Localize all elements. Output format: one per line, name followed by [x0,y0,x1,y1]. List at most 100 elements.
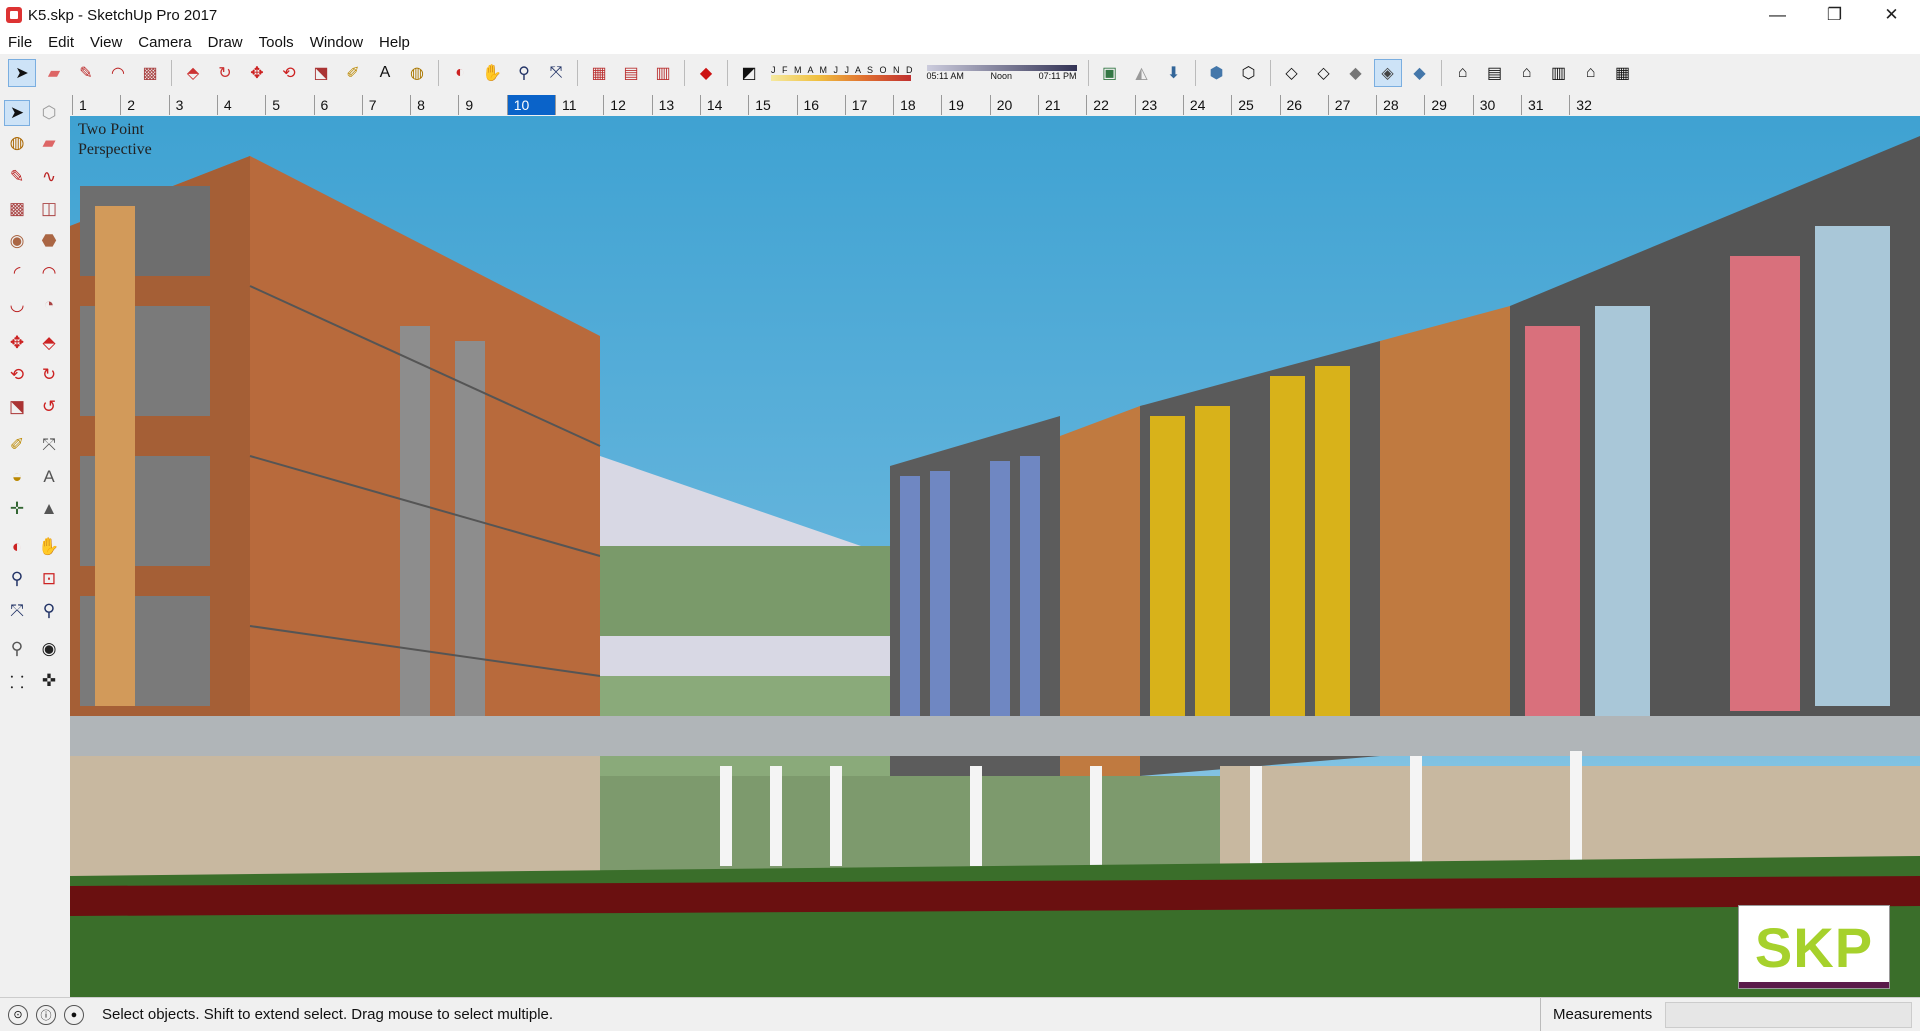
eraser-icon[interactable]: ▰ [36,130,62,156]
pan-tool-icon[interactable]: ✋ [478,59,506,87]
position-camera-icon[interactable]: ⚲ [4,636,30,662]
menu-camera[interactable]: Camera [130,34,199,51]
scene-tab[interactable]: 13 [651,95,700,115]
scene-tab[interactable]: 8 [410,95,458,115]
zoom-extents-tool-icon[interactable]: ⤧ [542,59,570,87]
menu-help[interactable]: Help [371,34,418,51]
scene-tab[interactable]: 17 [844,95,893,115]
rotate-tool-icon[interactable]: ⟲ [275,59,303,87]
top-view-icon[interactable]: ▤ [1481,59,1509,87]
scene-tab[interactable]: 32 [1569,95,1617,115]
pan-icon[interactable]: ✋ [36,534,62,560]
section-plane-icon[interactable]: ✜ [36,668,62,694]
eraser-tool-icon[interactable]: ▰ [40,59,68,87]
menu-draw[interactable]: Draw [200,34,251,51]
scene-tab[interactable]: 24 [1182,95,1231,115]
credits-icon[interactable]: ⓘ [36,1004,56,1025]
scene-tab[interactable]: 14 [699,95,748,115]
minimize-button[interactable]: — [1749,0,1806,30]
shadow-time-slider[interactable]: 05:11 AM Noon 07:11 PM [926,65,1077,81]
menu-file[interactable]: File [0,34,40,51]
scene-tab[interactable]: 19 [941,95,989,115]
scene-tab[interactable]: 11 [555,95,603,115]
scene-tab[interactable]: 26 [1279,95,1328,115]
scene-tab[interactable]: 5 [265,95,313,115]
scene-tab[interactable]: 27 [1327,95,1376,115]
ruby-console-icon[interactable]: ◆ [692,59,720,87]
menu-window[interactable]: Window [302,34,371,51]
scene-tab[interactable]: 25 [1231,95,1279,115]
scene-tab[interactable]: 21 [1038,95,1086,115]
front-view-icon[interactable]: ⌂ [1513,59,1541,87]
paint-bucket-icon[interactable]: ◍ [4,130,30,156]
scene-tab[interactable]: 12 [603,95,651,115]
arc-icon[interactable]: ◜ [4,260,30,286]
scene-tab[interactable]: 2 [120,95,168,115]
maximize-button[interactable]: ❐ [1806,0,1863,30]
scene-tab[interactable]: 18 [893,95,941,115]
model-viewport[interactable]: Two Point Perspective SKP [70,116,1920,997]
shadow-date-slider[interactable]: J F M A M J J A S O N D [771,65,915,81]
select-tool-icon[interactable]: ➤ [8,59,36,87]
scene-tab[interactable]: 16 [796,95,845,115]
scene-tab[interactable]: 30 [1472,95,1521,115]
move-icon[interactable]: ✥ [4,330,30,356]
circle-icon[interactable]: ◉ [4,228,30,254]
tape-measure-icon[interactable]: ✐ [4,432,30,458]
scene-tab[interactable]: 4 [216,95,265,115]
scene-tab[interactable]: 29 [1424,95,1472,115]
shaded-textures-style-icon[interactable]: ◈ [1373,59,1402,87]
tape-measure-tool-icon[interactable]: ✐ [339,59,367,87]
walk-icon[interactable]: ⸬ [4,668,30,694]
scene-tab[interactable]: 15 [748,95,796,115]
polygon-icon[interactable]: ⬣ [36,228,62,254]
left-view-icon[interactable]: ▦ [1609,59,1637,87]
text-icon[interactable]: A [36,464,62,490]
move-tool-icon[interactable]: ✥ [243,59,271,87]
toggle-terrain-icon[interactable]: ◭ [1128,59,1156,87]
measurements-input[interactable] [1665,1002,1912,1028]
follow-me-icon[interactable]: ↻ [36,362,62,388]
geo-location-icon[interactable]: ⊙ [8,1004,28,1025]
scene-tab[interactable]: 6 [313,95,362,115]
scene-tab[interactable]: 7 [361,95,410,115]
monochrome-style-icon[interactable]: ◆ [1406,59,1434,87]
protractor-icon[interactable]: ◒ [4,464,30,490]
look-around-icon[interactable]: ◉ [36,636,62,662]
freehand-icon[interactable]: ∿ [36,164,62,190]
add-location-icon[interactable]: ▣ [1096,59,1124,87]
shaded-style-icon[interactable]: ◆ [1342,59,1370,87]
three-point-arc-icon[interactable]: ◡ [4,292,30,318]
select-tool-icon[interactable]: ➤ [4,100,30,126]
xray-style-icon[interactable]: ⬢ [1203,59,1231,87]
zoom-window-icon[interactable]: ⊡ [36,566,62,592]
3d-text-icon[interactable]: ▲ [36,496,62,522]
share-model-icon[interactable]: ▤ [617,59,645,87]
close-button[interactable]: ✕ [1863,0,1920,30]
zoom-extents-icon[interactable]: ⤧ [4,598,30,624]
menu-view[interactable]: View [82,34,130,51]
scene-tab[interactable]: 23 [1134,95,1183,115]
iso-view-icon[interactable]: ⌂ [1449,59,1477,87]
line-tool-icon[interactable]: ✎ [72,59,100,87]
push-pull-icon[interactable]: ⬘ [36,330,62,356]
rotate-icon[interactable]: ⟲ [4,362,30,388]
offset-icon[interactable]: ↺ [36,394,62,420]
shadows-toggle-icon[interactable]: ◩ [735,59,763,87]
dimension-icon[interactable]: ⤧ [36,432,62,458]
hidden-line-style-icon[interactable]: ◇ [1310,59,1338,87]
scene-tab[interactable]: 20 [989,95,1038,115]
scene-tab[interactable]: 22 [1086,95,1134,115]
zoom-icon[interactable]: ⚲ [4,566,30,592]
scene-tab[interactable]: 9 [458,95,506,115]
rotated-rectangle-icon[interactable]: ◫ [36,196,62,222]
menu-edit[interactable]: Edit [40,34,82,51]
photo-textures-icon[interactable]: ⬇ [1160,59,1188,87]
previous-view-icon[interactable]: ⚲ [36,598,62,624]
scene-tab[interactable]: 1 [72,95,120,115]
paint-bucket-tool-icon[interactable]: ◍ [403,59,431,87]
back-view-icon[interactable]: ⌂ [1577,59,1605,87]
right-view-icon[interactable]: ▥ [1545,59,1573,87]
rectangle-icon[interactable]: ▩ [4,196,30,222]
extension-warehouse-icon[interactable]: ▥ [649,59,677,87]
